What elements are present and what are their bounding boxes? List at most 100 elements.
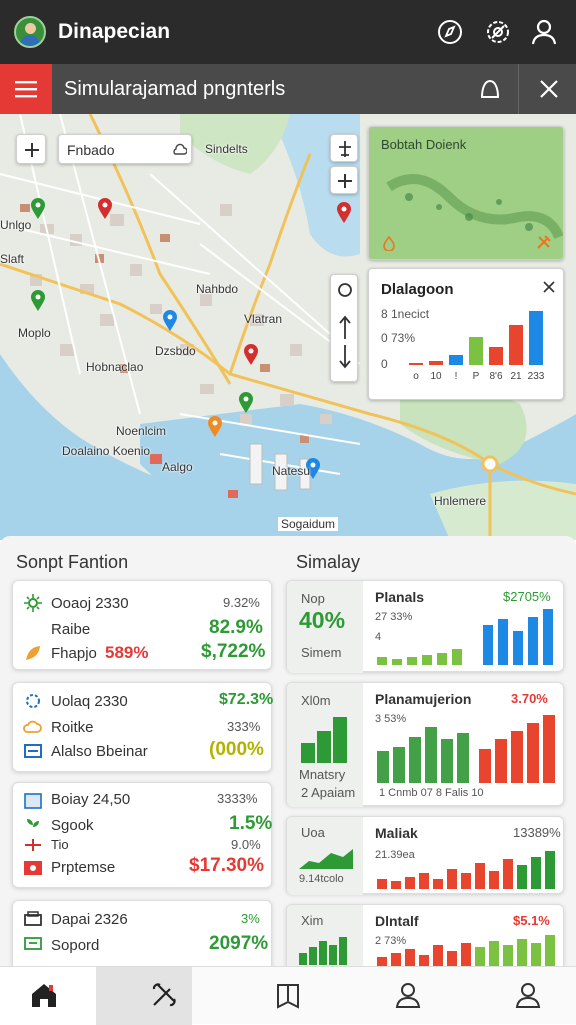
zoom-in-button[interactable] <box>16 134 46 164</box>
card-value: $5.1% <box>513 913 550 928</box>
cloud-icon <box>23 720 42 733</box>
map-pin-icon[interactable] <box>336 202 352 224</box>
map-pin-icon[interactable] <box>243 344 259 366</box>
app-header: Dinapecian <box>0 0 576 64</box>
map-label: Doalaino Koenio <box>62 444 151 458</box>
settings-gear-icon[interactable] <box>484 18 512 46</box>
mini-map[interactable]: Bobtah Doienk <box>368 126 564 260</box>
account-icon <box>515 983 541 1008</box>
chart-tick-label: 21 <box>510 371 522 382</box>
row-label: Sopord <box>51 937 100 954</box>
map-view[interactable]: Sindelts Nahbdo Vlatran Dzsbdo Hobnaclao… <box>0 114 576 540</box>
row-label: Sgook <box>51 817 94 834</box>
bottom-nav <box>0 966 576 1025</box>
alert-box-icon <box>24 861 42 875</box>
close-icon[interactable] <box>538 78 560 100</box>
stat-card[interactable]: Dapai 2326 3% Sopord 2097% <box>12 900 272 966</box>
map-label: Sogaidum <box>278 517 339 531</box>
row-value: 3333% <box>217 791 258 806</box>
chart-tick-label: P <box>473 371 480 382</box>
cross-icon <box>25 839 41 851</box>
row-value: 9.0% <box>231 837 261 852</box>
zoom-plus-button[interactable] <box>330 166 358 194</box>
stats-panel: Sonpt Fantion Simalay Ooaoj 2330 9.32% R… <box>0 536 576 966</box>
card-title: Dlntalf <box>375 913 419 929</box>
chart-card[interactable]: Uoa 9.14tcolo Maliak 13389% 21.39ea <box>286 816 564 895</box>
nav-home[interactable] <box>0 967 96 1025</box>
side-sub: 9.14tcolo <box>299 873 344 885</box>
home-icon <box>32 984 56 1007</box>
bar-chart <box>377 715 555 783</box>
map-label: Aalgo <box>162 460 193 474</box>
map-pin-icon[interactable] <box>207 416 223 438</box>
area-icon <box>299 849 353 869</box>
user-icon[interactable] <box>530 18 558 46</box>
row-label: Tio <box>51 837 69 852</box>
section-title: Sonpt Fantion <box>16 552 129 572</box>
map-search-box[interactable]: Fnbado <box>58 134 192 164</box>
book-icon <box>277 984 299 1009</box>
zoom-slider[interactable] <box>330 274 358 382</box>
row-label: Uolaq 2330 <box>51 693 128 710</box>
tools-icon[interactable] <box>535 233 553 251</box>
row-label: Alalso Bbeinar <box>51 743 148 760</box>
bar-chart <box>377 935 555 966</box>
fire-icon[interactable] <box>381 235 397 251</box>
chart-bar <box>489 347 503 365</box>
sun-icon <box>24 594 42 612</box>
map-label: Sindelts <box>205 142 248 156</box>
chart-card[interactable]: Xim Dlntalf $5.1% 2 73% <box>286 904 564 966</box>
row-label: Ooaoj 2330 <box>51 595 129 612</box>
map-label: Dzsbdo <box>155 344 196 358</box>
chart-tick-label: 10 <box>430 371 442 382</box>
nav-profile[interactable] <box>360 967 456 1025</box>
stat-card[interactable]: Ooaoj 2330 9.32% Raibe 82.9% Fhapjo 589%… <box>12 580 272 670</box>
stat-card[interactable]: Boiay 24,50 3333% Sgook 1.5% Tio 9.0% Pr… <box>12 782 272 888</box>
bookmark-icon[interactable] <box>478 77 502 101</box>
chart-tick-label: 8'6 <box>489 371 502 382</box>
bar-chart <box>377 851 555 889</box>
nav-account[interactable] <box>480 967 576 1025</box>
side-sub: 2 Apaiam <box>301 785 356 800</box>
close-icon[interactable] <box>543 281 555 293</box>
map-label: Noenlcim <box>116 424 167 438</box>
chart-tick-label: ! <box>455 371 458 382</box>
mini-map-title: Bobtah Doienk <box>381 137 467 152</box>
map-label: Nahbdo <box>196 282 239 296</box>
profile-icon <box>395 983 421 1008</box>
row-label: Roitke <box>51 719 94 736</box>
map-pin-icon[interactable] <box>238 392 254 414</box>
side-sub: Simem <box>301 645 342 660</box>
side-label: Nop <box>301 591 325 606</box>
layers-button[interactable] <box>330 134 358 162</box>
page-title: Simularajamad pngnterls <box>64 78 286 100</box>
search-text: Fnbado <box>67 142 115 158</box>
map-pin-icon[interactable] <box>97 198 113 220</box>
stat-card[interactable]: Uolaq 2330 $72.3% Roitke 333% Alalso Bbe… <box>12 682 273 772</box>
side-label: Xl0m <box>301 693 331 708</box>
mini-chart-card[interactable]: Dlalagoon 8 1necict 0 73% 0 o 10! P 8'6 21 23… <box>368 268 564 400</box>
compass-icon[interactable] <box>436 18 464 46</box>
map-label: Hobnaclao <box>86 360 144 374</box>
menu-button[interactable] <box>0 64 52 114</box>
card-title: Maliak <box>375 825 418 841</box>
chart-tick-label: 233 <box>528 371 545 382</box>
section-title: Simalay <box>296 552 361 572</box>
card-title: Planamujerion <box>375 691 472 707</box>
chart-card[interactable]: Nop 40% Simem Planals $2705% 27 33% 4 <box>286 580 564 673</box>
avatar[interactable] <box>14 16 46 48</box>
map-pin-icon[interactable] <box>162 310 178 332</box>
nav-tools[interactable] <box>96 967 192 1025</box>
row-badge: 589% <box>105 643 149 662</box>
toolbar: Simularajamad pngnterls <box>0 64 576 114</box>
chart-bar <box>509 325 523 365</box>
map-pin-icon[interactable] <box>30 198 46 220</box>
chart-card[interactable]: Xl0m Mnatsry 2 Apaiam Planamujerion 3.70… <box>286 682 564 807</box>
tools-icon <box>152 983 176 1007</box>
nav-book[interactable] <box>240 967 336 1025</box>
row-value: 2097% <box>209 933 269 954</box>
cloud-icon <box>173 143 187 155</box>
row-value: (000% <box>209 739 264 760</box>
map-label: Hnlemere <box>434 494 487 508</box>
map-pin-icon[interactable] <box>30 290 46 312</box>
